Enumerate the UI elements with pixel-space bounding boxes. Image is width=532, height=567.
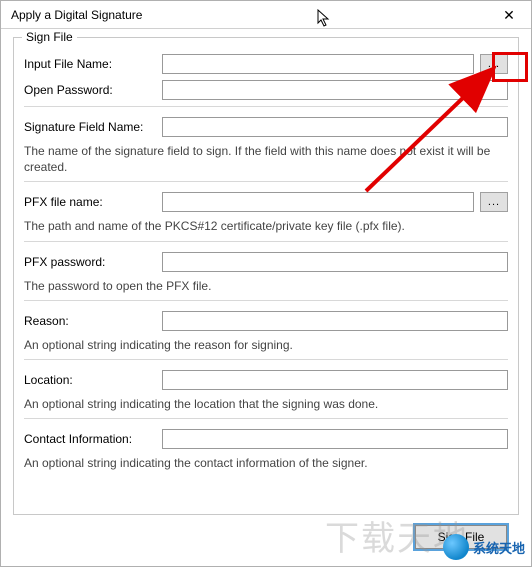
separator (24, 300, 508, 301)
reason-label: Reason: (24, 314, 162, 328)
titlebar: Apply a Digital Signature ✕ (1, 1, 531, 29)
separator (24, 359, 508, 360)
pfx-file-field[interactable] (162, 192, 474, 212)
dialog-content: Sign File Input File Name: ... Open Pass… (1, 29, 531, 549)
separator (24, 418, 508, 419)
close-button[interactable]: ✕ (487, 1, 531, 29)
location-field[interactable] (162, 370, 508, 390)
pfx-password-label: PFX password: (24, 255, 162, 269)
group-label: Sign File (22, 30, 77, 44)
signature-field-row: Signature Field Name: (24, 117, 508, 137)
pfx-password-field[interactable] (162, 252, 508, 272)
sign-file-group: Sign File Input File Name: ... Open Pass… (13, 37, 519, 515)
pfx-file-label: PFX file name: (24, 195, 162, 209)
input-file-row: Input File Name: ... (24, 54, 508, 74)
location-label: Location: (24, 373, 162, 387)
input-file-label: Input File Name: (24, 57, 162, 71)
pfx-file-help: The path and name of the PKCS#12 certifi… (24, 218, 508, 234)
reason-help: An optional string indicating the reason… (24, 337, 508, 353)
window-title: Apply a Digital Signature (1, 8, 142, 22)
signature-field-help: The name of the signature field to sign.… (24, 143, 508, 175)
contact-row: Contact Information: (24, 429, 508, 449)
input-file-field[interactable] (162, 54, 474, 74)
button-bar: Sign File (13, 515, 519, 549)
separator (24, 106, 508, 107)
input-file-browse-button[interactable]: ... (480, 54, 508, 74)
separator (24, 241, 508, 242)
pfx-file-browse-button[interactable]: ... (480, 192, 508, 212)
location-row: Location: (24, 370, 508, 390)
pfx-file-row: PFX file name: ... (24, 192, 508, 212)
contact-help: An optional string indicating the contac… (24, 455, 508, 471)
contact-field[interactable] (162, 429, 508, 449)
location-help: An optional string indicating the locati… (24, 396, 508, 412)
separator (24, 181, 508, 182)
open-password-field[interactable] (162, 80, 508, 100)
signature-field-input[interactable] (162, 117, 508, 137)
open-password-row: Open Password: (24, 80, 508, 100)
pfx-password-row: PFX password: (24, 252, 508, 272)
reason-field[interactable] (162, 311, 508, 331)
pfx-password-help: The password to open the PFX file. (24, 278, 508, 294)
open-password-label: Open Password: (24, 83, 162, 97)
contact-label: Contact Information: (24, 432, 162, 446)
signature-field-label: Signature Field Name: (24, 120, 162, 134)
reason-row: Reason: (24, 311, 508, 331)
sign-file-button[interactable]: Sign File (415, 525, 507, 549)
